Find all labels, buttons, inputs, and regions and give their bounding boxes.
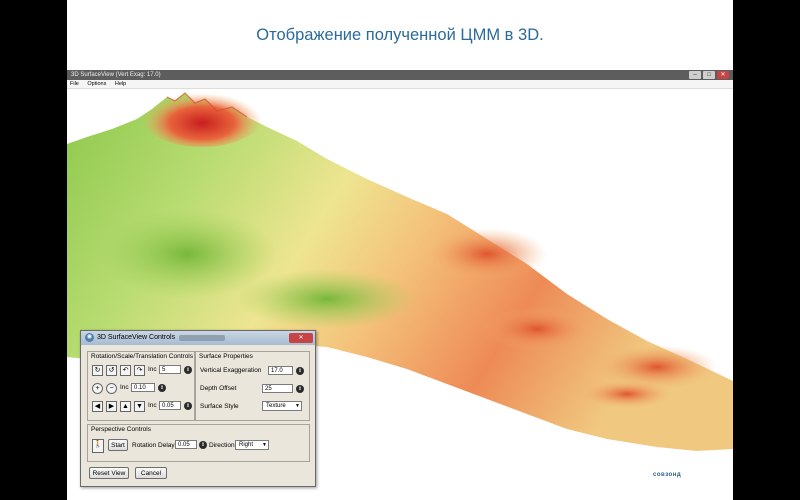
terrain-peak-5 (582, 380, 672, 408)
rotate-ccw-icon[interactable]: ↺ (106, 365, 117, 376)
vertical-exaggeration-input[interactable]: 17.0 (268, 366, 293, 375)
direction-label: Direction (209, 442, 235, 449)
pan-down-icon[interactable]: ▼ (134, 401, 145, 412)
slide-title: Отображение полученной ЦММ в 3D. (256, 26, 544, 44)
rotate-cw-icon[interactable]: ↻ (92, 365, 103, 376)
translation-inc-input[interactable]: 0.05 (159, 401, 181, 410)
start-button[interactable]: Start (108, 439, 128, 451)
scale-inc-input[interactable]: 0.10 (131, 383, 155, 392)
app-icon: ◉ (85, 333, 94, 342)
rotation-delay-label: Rotation Delay (132, 442, 175, 449)
dialog-titlebar[interactable]: ◉ 3D SurfaceView Controls ✕ (81, 331, 315, 345)
rotate-forward-icon[interactable]: ↷ (134, 365, 145, 376)
surface-properties-group: Surface Properties Vertical Exaggeration… (195, 351, 310, 421)
dialog-title: 3D SurfaceView Controls (97, 334, 176, 341)
chevron-down-icon: ▼ (262, 442, 267, 448)
pan-up-icon[interactable]: ▲ (120, 401, 131, 412)
rotation-delay-spinner[interactable]: ⇕ (199, 441, 207, 449)
rotation-inc-input[interactable]: 5 (159, 365, 181, 374)
maximize-button[interactable]: □ (703, 71, 715, 79)
blurred-title-suffix (179, 335, 225, 341)
cancel-button[interactable]: Cancel (135, 467, 167, 479)
vertical-exaggeration-spinner[interactable]: ⇕ (296, 367, 304, 375)
direction-value: Right (239, 442, 254, 448)
menu-options[interactable]: Options (87, 81, 106, 87)
zoom-out-icon[interactable]: − (106, 383, 117, 394)
window-controls: – □ ✕ (689, 71, 729, 79)
brand-logo: совзонд (653, 472, 682, 478)
terrain-peak-main (142, 89, 262, 147)
minimize-button[interactable]: – (689, 71, 701, 79)
depth-offset-spinner[interactable]: ⇕ (296, 385, 304, 393)
perspective-group-label: Perspective Controls (91, 426, 151, 433)
rotation-delay-input[interactable]: 0.05 (175, 440, 197, 449)
terrain-peak-2 (427, 228, 547, 280)
scale-inc-spinner[interactable]: ⇕ (158, 384, 166, 392)
rotation-inc-label: Inc (148, 366, 157, 373)
direction-select[interactable]: Right ▼ (235, 440, 269, 450)
walk-person-icon[interactable]: 🚶 (92, 439, 104, 453)
chevron-down-icon: ▼ (295, 403, 300, 409)
surface-style-select[interactable]: Texture ▼ (262, 401, 302, 411)
dialog-close-button[interactable]: ✕ (289, 333, 313, 343)
terrain-valley-2 (237, 269, 417, 329)
vertical-exaggeration-label: Vertical Exaggeration (200, 367, 262, 374)
rotate-back-icon[interactable]: ↶ (120, 365, 131, 376)
rotation-controls-group: Rotation/Scale/Translation Controls ↻ ↺ … (87, 351, 195, 421)
app-window-titlebar[interactable]: 3D SurfaceView (Vert Exag: 17.0) – □ ✕ (67, 70, 733, 80)
terrain-peak-3 (482, 307, 592, 351)
app-window-title: 3D SurfaceView (Vert Exag: 17.0) (71, 72, 161, 78)
rotation-inc-spinner[interactable]: ⇕ (184, 366, 192, 374)
zoom-in-icon[interactable]: + (92, 383, 103, 394)
translation-inc-label: Inc (148, 402, 157, 409)
surface-style-label: Surface Style (200, 403, 239, 410)
scale-inc-label: Inc (120, 384, 129, 391)
surface-group-label: Surface Properties (199, 353, 253, 360)
pan-right-icon[interactable]: ▶ (106, 401, 117, 412)
surface-style-value: Texture (266, 403, 286, 409)
perspective-controls-group: Perspective Controls 🚶 Start Rotation De… (87, 424, 310, 462)
surfaceview-controls-dialog: ◉ 3D SurfaceView Controls ✕ Rotation/Sca… (80, 330, 316, 487)
depth-offset-label: Depth Offset (200, 385, 237, 392)
depth-offset-input[interactable]: 25 (262, 384, 293, 393)
pan-left-icon[interactable]: ◀ (92, 401, 103, 412)
close-button[interactable]: ✕ (717, 71, 729, 79)
rotation-group-label: Rotation/Scale/Translation Controls (91, 353, 194, 360)
menu-bar: File Options Help (67, 80, 733, 89)
menu-file[interactable]: File (70, 81, 79, 87)
menu-help[interactable]: Help (115, 81, 126, 87)
reset-view-button[interactable]: Reset View (89, 467, 129, 479)
translation-inc-spinner[interactable]: ⇕ (184, 402, 192, 410)
